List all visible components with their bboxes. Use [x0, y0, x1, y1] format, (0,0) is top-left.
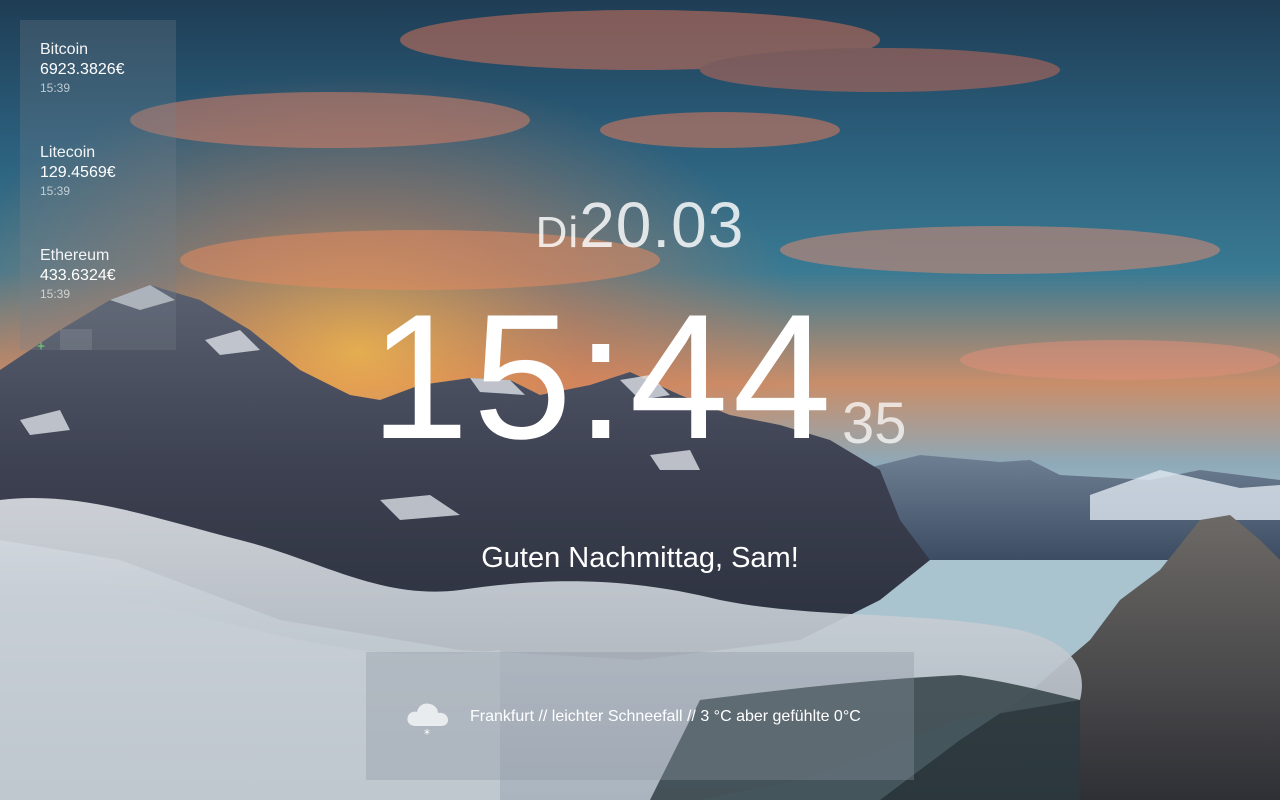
- clock-seconds: 35: [842, 391, 907, 456]
- coin-price: 433.6324€: [40, 267, 116, 284]
- crypto-item-bitcoin[interactable]: Bitcoin 6923.3826€ 15:39: [40, 40, 176, 143]
- crypto-panel: Bitcoin 6923.3826€ 15:39 Litecoin 129.45…: [20, 20, 176, 354]
- coin-name: Litecoin: [40, 144, 96, 161]
- svg-text:*: *: [424, 727, 430, 740]
- greeting-text: Guten Nachmittag, Sam!: [481, 542, 799, 574]
- snow-cloud-icon: *: [407, 703, 448, 740]
- coin-price: 6923.3826€: [40, 61, 125, 78]
- date-label: 20.03: [579, 189, 745, 261]
- add-coin-button[interactable]: +: [34, 340, 48, 354]
- weather-panel: * Frankfurt // leichter Schneefall // 3 …: [366, 652, 914, 780]
- coin-time: 15:39: [40, 287, 71, 301]
- add-coin-strip: [60, 329, 92, 350]
- weather-summary: Frankfurt // leichter Schneefall // 3 °C…: [470, 708, 861, 725]
- coin-price: 129.4569€: [40, 164, 116, 181]
- coin-time: 15:39: [40, 81, 71, 95]
- clock-time: 15:44: [370, 277, 836, 476]
- weekday-label: Di: [535, 208, 580, 257]
- clock: 15:44 35: [370, 282, 930, 472]
- coin-name: Bitcoin: [40, 41, 89, 58]
- date-display: Di20.03: [0, 188, 1280, 262]
